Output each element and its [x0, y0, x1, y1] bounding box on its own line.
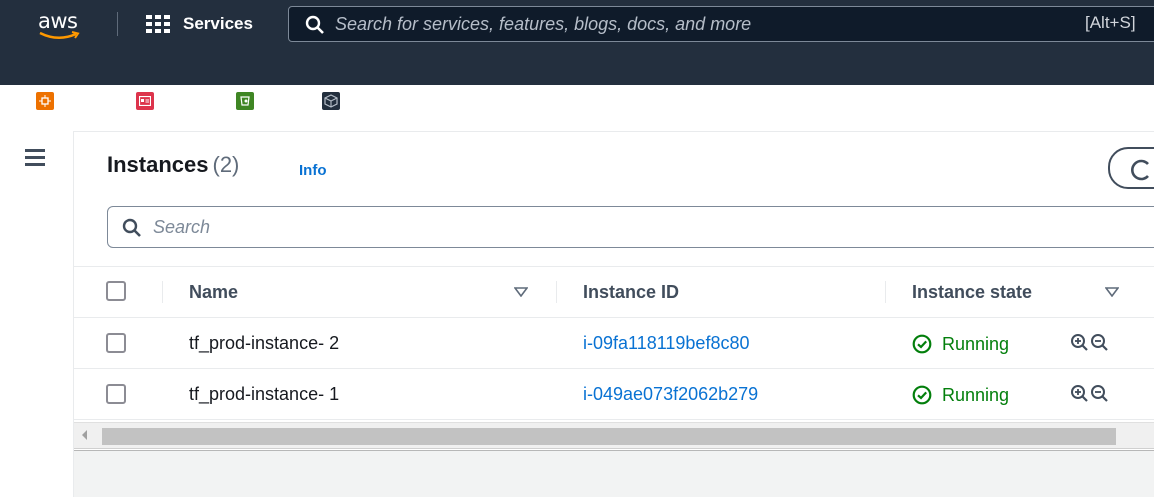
iam-icon [136, 92, 154, 110]
row-checkbox[interactable] [106, 333, 126, 353]
filter-down-icon[interactable] [1105, 287, 1119, 297]
favorite-ec2[interactable]: EC2 [36, 89, 90, 113]
refresh-icon [1131, 159, 1149, 181]
instance-state: Running [912, 383, 1009, 407]
scrollbar-thumb[interactable] [102, 428, 1116, 445]
column-divider [162, 281, 163, 303]
search-icon [122, 218, 141, 237]
console-home-icon [322, 92, 340, 110]
zoom-out-icon[interactable] [1090, 384, 1110, 404]
instance-id-link[interactable]: i-09fa118119bef8c80 [583, 333, 749, 354]
aws-logo[interactable]: aws [36, 9, 86, 43]
row-checkbox[interactable] [106, 384, 126, 404]
s3-icon [236, 92, 254, 110]
column-divider [885, 281, 886, 303]
column-header-instance-state[interactable]: Instance state [912, 282, 1032, 303]
grid-icon [146, 15, 170, 33]
top-navigation-bar: aws Services [Alt+S] [0, 0, 1154, 110]
table-row[interactable]: tf_prod-instance- 1 i-049ae073f2062b279 … [74, 369, 1154, 420]
instance-name: tf_prod-instance- 1 [189, 384, 340, 404]
check-circle-icon [912, 385, 932, 405]
info-link[interactable]: Info [299, 162, 327, 179]
filter-input[interactable] [153, 215, 653, 239]
table-footer-area [74, 450, 1154, 497]
favorite-s3[interactable]: S3 [236, 89, 279, 113]
column-header-name[interactable]: Name [189, 282, 238, 303]
nav-divider [117, 12, 118, 36]
menu-icon[interactable] [25, 149, 45, 167]
instance-state: Running [912, 332, 1009, 356]
aws-logo-text: aws [38, 9, 78, 33]
refresh-button[interactable] [1108, 147, 1154, 189]
page-heading: Instances (2) [107, 152, 239, 178]
table-header: Name Instance ID Instance state [74, 266, 1154, 318]
state-label: Running [942, 384, 1010, 405]
instance-id-link[interactable]: i-049ae073f2062b279 [583, 384, 758, 405]
ec2-icon [36, 92, 54, 110]
favorite-label: Console Home [347, 92, 453, 110]
scroll-left-icon[interactable] [82, 430, 87, 440]
favorite-label: S3 [261, 92, 280, 110]
instances-filter[interactable] [107, 206, 1154, 248]
state-label: Running [942, 333, 1010, 354]
page-title: Instances [107, 152, 209, 177]
zoom-out-icon[interactable] [1090, 333, 1110, 353]
zoom-in-icon[interactable] [1070, 333, 1090, 353]
zoom-in-icon[interactable] [1070, 384, 1090, 404]
select-all-checkbox[interactable] [106, 281, 126, 301]
favorite-console-home[interactable]: Console Home [322, 89, 452, 113]
search-icon [305, 15, 324, 34]
favorite-label: IAM [161, 92, 189, 110]
instance-count: (2) [212, 152, 240, 177]
filter-down-icon[interactable] [514, 287, 528, 297]
column-header-instance-id[interactable]: Instance ID [583, 282, 679, 303]
instance-name: tf_prod-instance- 2 [189, 333, 340, 353]
horizontal-scrollbar[interactable] [74, 422, 1154, 449]
favorite-label: EC2 [61, 92, 91, 110]
column-divider [556, 281, 557, 303]
global-search-input[interactable] [335, 11, 895, 37]
services-menu-button[interactable]: Services [136, 8, 271, 40]
top-navigation-row: aws Services [Alt+S] [0, 0, 1154, 48]
global-search-box[interactable]: [Alt+S] [288, 6, 1154, 42]
favorite-iam[interactable]: IAM [136, 89, 189, 113]
aws-smile-icon [39, 31, 80, 39]
state-zoom-controls [1070, 333, 1110, 353]
services-label: Services [183, 14, 253, 33]
search-shortcut-hint: [Alt+S] [1085, 13, 1136, 32]
table-row[interactable]: tf_prod-instance- 2 i-09fa118119bef8c80 … [74, 318, 1154, 369]
state-zoom-controls [1070, 384, 1110, 404]
check-circle-icon [912, 334, 932, 354]
